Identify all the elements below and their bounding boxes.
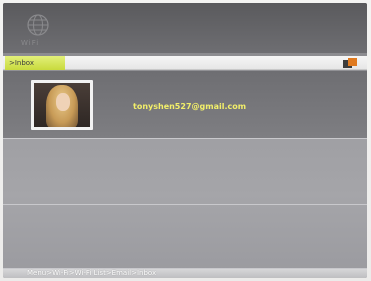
device-bezel: WiFi >Inbox tonyshen527@gmail.com Menu>W… xyxy=(0,0,371,281)
inbox-list: tonyshen527@gmail.com xyxy=(3,71,367,269)
avatar xyxy=(31,80,93,130)
footer-path: Menu>Wi-Fi>Wi-Fi List>Email>Inbox xyxy=(27,269,157,277)
inbox-row[interactable]: tonyshen527@gmail.com xyxy=(3,71,367,139)
inbox-row-empty[interactable] xyxy=(3,139,367,205)
breadcrumb-tab[interactable]: >Inbox xyxy=(5,56,65,70)
avatar-face xyxy=(56,93,70,111)
device-corner-icon xyxy=(343,58,357,69)
screen: WiFi >Inbox tonyshen527@gmail.com Menu>W… xyxy=(3,3,367,278)
avatar-photo xyxy=(34,83,90,127)
footer-breadcrumb: Menu>Wi-Fi>Wi-Fi List>Email>Inbox xyxy=(3,269,367,278)
header: WiFi xyxy=(3,3,367,53)
logo-text: WiFi xyxy=(21,39,40,47)
email-address: tonyshen527@gmail.com xyxy=(133,102,247,111)
inbox-row-empty[interactable] xyxy=(3,205,367,269)
breadcrumb-bar: >Inbox xyxy=(3,56,367,70)
